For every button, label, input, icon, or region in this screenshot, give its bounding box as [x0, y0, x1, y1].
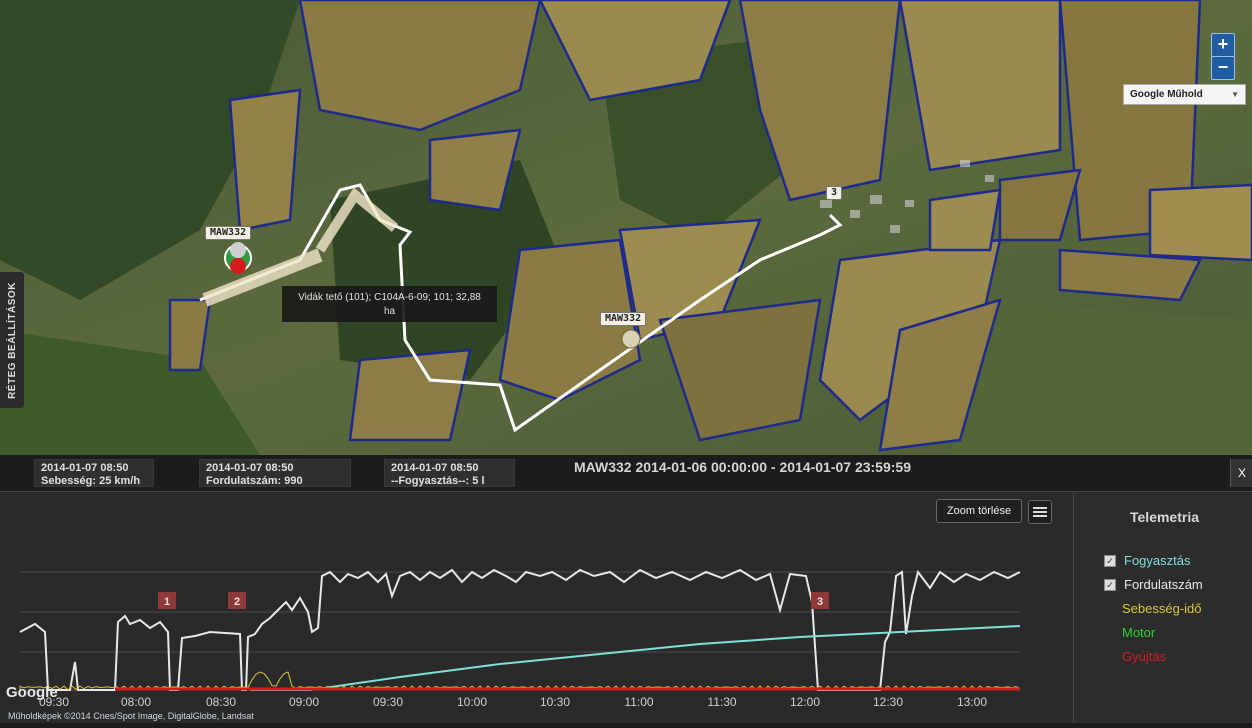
chart-svg[interactable]: 123 09:30 08:00 08:30 09:00 09:30 10:00 10:30 1… — [0, 492, 1072, 723]
legend-item[interactable]: ✓ Fordulatszám — [1104, 577, 1203, 592]
map-type-select[interactable]: Google Műhold ▼ — [1123, 84, 1246, 105]
checkbox-spacer — [1104, 628, 1114, 638]
legend-label: Fordulatszám — [1124, 577, 1203, 592]
legend-label: Gyújtás — [1122, 649, 1167, 664]
vehicle-label[interactable]: MAW332 — [600, 312, 647, 326]
zoom-in-button[interactable]: + — [1211, 33, 1235, 57]
x-tick-label: 12:30 — [873, 695, 903, 709]
info-value: Fordulatszám: 990 — [206, 475, 303, 487]
map-copyright: Műholdképek ©2014 Cnes/Spot Image, Digit… — [8, 711, 254, 721]
x-tick-label: 10:30 — [540, 695, 570, 709]
legend-title: Telemetria — [1130, 509, 1199, 525]
vehicle-label[interactable]: 3 — [826, 186, 843, 200]
map-imagery — [0, 0, 1252, 455]
legend-label: Sebesség-idő — [1122, 601, 1202, 616]
layer-settings-tab[interactable]: RÉTEG BEÁLLÍTÁSOK — [0, 272, 24, 408]
satellite-map[interactable]: MAW332 MAW332 3 Vidák tető (101); C104A-… — [0, 0, 1252, 455]
legend-label: Motor — [1122, 625, 1156, 640]
event-marker-label: 2 — [234, 596, 240, 608]
telemetry-panel: 2014-01-07 08:50 Sebesség: 25 km/h 2014-… — [0, 455, 1252, 723]
chevron-down-icon: ▼ — [1231, 90, 1239, 99]
layer-settings-label: RÉTEG BEÁLLÍTÁSOK — [6, 281, 18, 399]
series-line-consumption — [250, 625, 1021, 691]
legend-item[interactable]: Gyújtás — [1104, 649, 1166, 664]
zoom-out-button[interactable]: − — [1211, 56, 1235, 80]
map-type-value: Google Műhold — [1130, 89, 1203, 100]
info-value: --Fogyasztás--: 5 l — [391, 475, 485, 487]
close-button[interactable]: X — [1230, 459, 1252, 487]
google-logo: Google — [6, 684, 58, 701]
x-tick-label: 13:00 — [957, 695, 987, 709]
x-tick-label: 10:00 — [457, 695, 487, 709]
x-tick-label: 09:00 — [289, 695, 319, 709]
telemetry-legend: Telemetria ✓ Fogyasztás ✓ Fordulatszám Sebes… — [1073, 492, 1252, 723]
panel-header: 2014-01-07 08:50 Sebesség: 25 km/h 2014-… — [0, 455, 1252, 492]
checkbox-spacer — [1104, 604, 1114, 614]
zoom-reset-button[interactable]: Zoom törlése — [936, 499, 1022, 523]
x-tick-label: 08:00 — [121, 695, 151, 709]
info-value: Sebesség: 25 km/h — [41, 475, 141, 487]
series-line-rpm — [19, 568, 1021, 691]
vehicle-label[interactable]: MAW332 — [205, 226, 252, 240]
x-tick-label: 12:00 — [790, 695, 820, 709]
tooltip-line: Vidák tető (101); C104A-6-09; 101; 32,88 — [298, 292, 481, 303]
legend-item[interactable]: Sebesség-idő — [1104, 601, 1202, 616]
legend-label: Fogyasztás — [1124, 553, 1191, 568]
info-time: 2014-01-07 08:50 — [41, 462, 129, 474]
x-tick-label: 11:30 — [707, 695, 736, 709]
checkbox-checked-icon[interactable]: ✓ — [1104, 578, 1116, 591]
event-marker-label: 1 — [164, 596, 170, 608]
info-box-speed: 2014-01-07 08:50 Sebesség: 25 km/h — [34, 459, 154, 487]
info-time: 2014-01-07 08:50 — [391, 462, 479, 474]
legend-item[interactable]: ✓ Fogyasztás — [1104, 553, 1190, 568]
field-tooltip: Vidák tető (101); C104A-6-09; 101; 32,88… — [282, 286, 497, 322]
panel-title: MAW332 2014-01-06 00:00:00 - 2014-01-07 … — [574, 459, 911, 475]
checkbox-spacer — [1104, 652, 1114, 662]
telemetry-chart[interactable]: 123 09:30 08:00 08:30 09:00 09:30 10:00 10:30 1… — [0, 492, 1072, 723]
x-tick-label: 09:30 — [373, 695, 403, 709]
legend-item[interactable]: Motor — [1104, 625, 1155, 640]
hamburger-menu-icon[interactable] — [1028, 500, 1052, 524]
info-box-rpm: 2014-01-07 08:50 Fordulatszám: 990 — [199, 459, 351, 487]
info-box-consumption: 2014-01-07 08:50 --Fogyasztás--: 5 l — [384, 459, 515, 487]
checkbox-checked-icon[interactable]: ✓ — [1104, 554, 1116, 567]
x-tick-label: 11:00 — [624, 695, 653, 709]
x-tick-label: 08:30 — [206, 695, 236, 709]
tooltip-line: ha — [383, 306, 396, 317]
info-time: 2014-01-07 08:50 — [206, 462, 294, 474]
event-marker-label: 3 — [817, 596, 823, 608]
